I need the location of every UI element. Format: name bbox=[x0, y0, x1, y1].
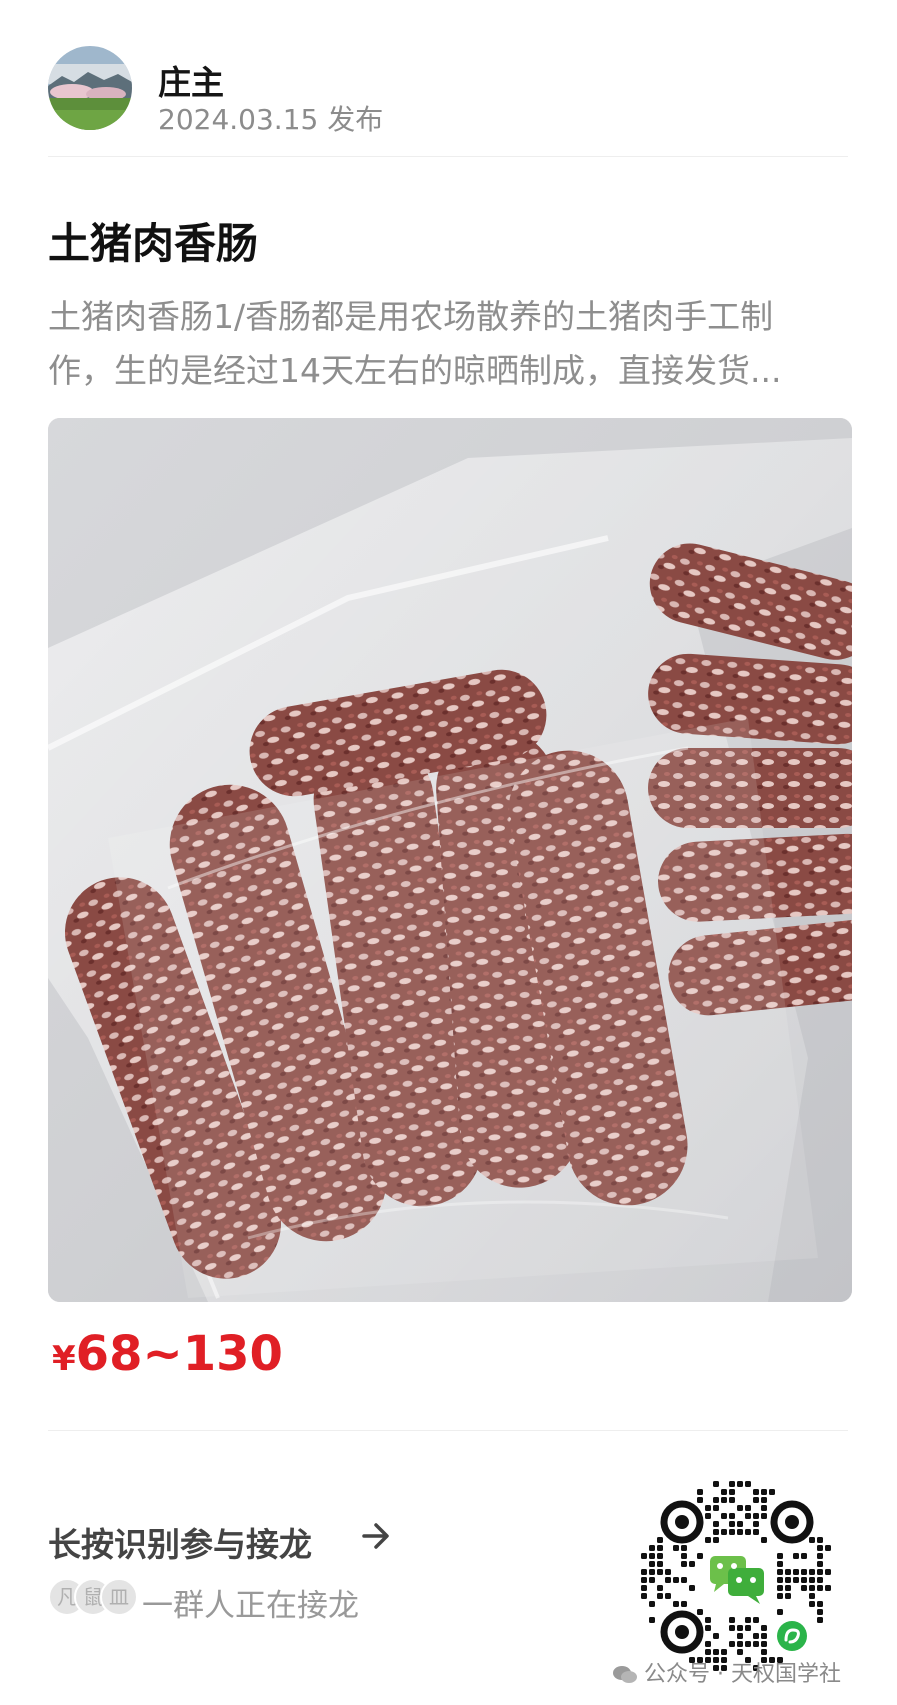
price-divider bbox=[48, 1430, 848, 1431]
header-divider bbox=[48, 156, 848, 157]
author-avatar[interactable] bbox=[48, 46, 132, 130]
price-symbol: ¥ bbox=[52, 1339, 76, 1379]
product-photo[interactable] bbox=[48, 418, 852, 1302]
price-range: 68~130 bbox=[75, 1326, 283, 1382]
participants-text: 一群人正在接龙 bbox=[142, 1588, 359, 1624]
product-title: 土猪肉香肠 bbox=[48, 219, 259, 268]
wechat-icon bbox=[613, 1666, 637, 1683]
price: ¥68~130 bbox=[52, 1326, 283, 1382]
post-date: 2024.03.15 bbox=[158, 103, 319, 136]
post-meta: 2024.03.15 发布 bbox=[158, 98, 383, 138]
author-name[interactable]: 庄主 bbox=[158, 56, 224, 104]
account-watermark: 公众号 · 天权国学社 bbox=[612, 1656, 841, 1688]
participant-avatar: 皿 bbox=[100, 1578, 138, 1616]
product-description: 土猪肉香肠1/香肠都是用农场散养的土猪肉手工制 作，生的是经过14天左右的晾晒制… bbox=[48, 290, 848, 398]
description-line-2: 作，生的是经过14天左右的晾晒制成，直接发货... bbox=[48, 351, 782, 390]
watermark-text: 公众号 · 天权国学社 bbox=[644, 1662, 841, 1687]
post-header: 庄主 2024.03.15 发布 bbox=[48, 46, 848, 136]
published-label: 发布 bbox=[327, 103, 384, 136]
arrow-right-icon[interactable] bbox=[358, 1518, 394, 1554]
participant-avatars: 凡 鼠 皿 bbox=[48, 1578, 140, 1618]
description-line-1: 土猪肉香肠1/香肠都是用农场散养的土猪肉手工制 bbox=[48, 297, 774, 336]
join-cta-label[interactable]: 长按识别参与接龙 bbox=[48, 1518, 312, 1566]
mini-program-qr-icon[interactable] bbox=[630, 1470, 844, 1684]
